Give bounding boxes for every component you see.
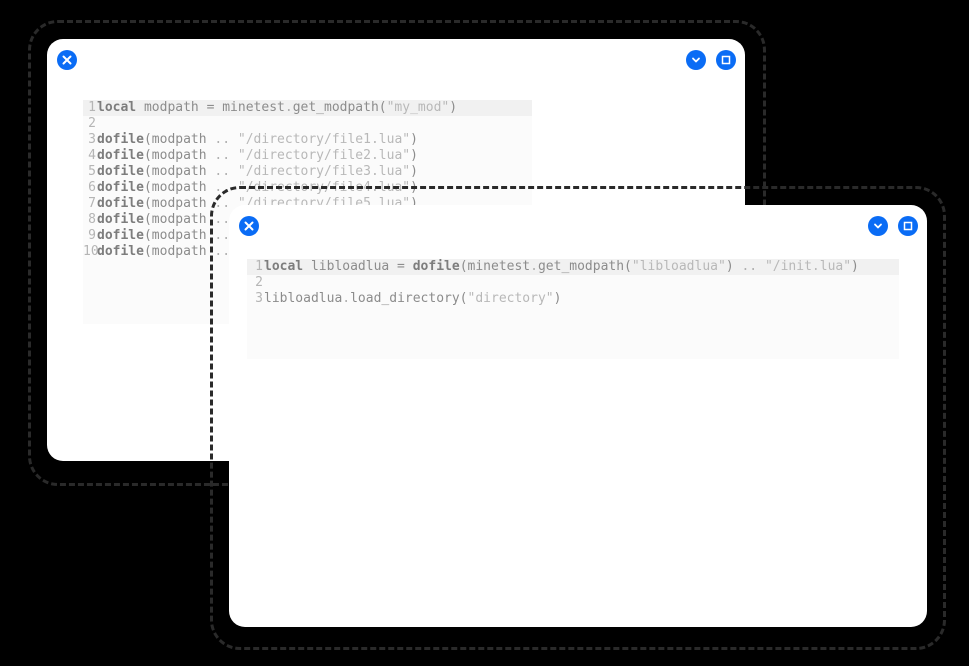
line-number: 1 [255,259,263,274]
code-token: .. [214,132,231,147]
code-token: libloadlua [264,291,343,306]
code-token: (modpath [143,244,215,259]
code-token: dofile [97,180,144,195]
code-token: "libloadlua" [631,259,726,274]
code-token: ) [410,164,418,179]
code-token: .. [741,259,758,274]
code-token: get_modpath( [292,100,387,115]
code-token: modpath = minetest [136,100,285,115]
line-number: 1 [88,100,96,115]
code-line[interactable]: 1 local modpath = minetest.get_modpath("m… [83,100,532,116]
code-token: load_directory( [350,291,468,306]
code-token: (modpath [143,148,215,163]
code-line[interactable]: 1 local libloadlua = dofile(minetest.get_… [247,259,899,275]
code-token: .. [214,164,231,179]
code-token: .. [214,148,231,163]
code-editor[interactable]: 1 local libloadlua = dofile(minetest.get_… [247,259,899,359]
code-token: (modpath [143,180,215,195]
code-line[interactable]: 4 dofile(modpath .. "/directory/file2.lua… [83,148,532,164]
square-icon [721,55,731,65]
square-icon [903,221,913,231]
code-token: dofile [97,196,144,211]
code-line[interactable]: 2 [83,116,532,132]
code-token: dofile [97,148,144,163]
code-token: "/directory/file1.lua" [237,132,411,147]
code-token: ) [725,259,742,274]
maximize-button[interactable] [716,50,736,70]
minimize-button[interactable] [868,216,888,236]
line-number: 9 [88,228,96,243]
code-token: "my_mod" [386,100,450,115]
code-token: ) [449,100,458,115]
close-icon [244,221,254,231]
code-token: (modpath [143,212,215,227]
code-line[interactable]: 3 dofile(modpath .. "/directory/file1.lua… [83,132,532,148]
code-token: dofile [97,228,144,243]
code-token: ) [851,259,859,274]
line-number: 2 [88,116,96,131]
code-text: dofile(modpath .. "/directory/file3.lua"… [97,164,418,180]
front-editor-window[interactable]: 1 local libloadlua = dofile(minetest.get_… [229,205,927,627]
line-number: 4 [88,148,96,163]
code-token: "/directory/file3.lua" [237,164,411,179]
code-line[interactable]: 3 libloadlua.load_directory("directory") [247,291,899,307]
code-text: local libloadlua = dofile(minetest.get_m… [264,259,859,275]
code-token: . [342,291,351,306]
code-line[interactable]: 5 dofile(modpath .. "/directory/file3.lua… [83,164,532,180]
code-token: "/init.lua" [764,259,852,274]
line-number: 10 [83,244,99,259]
code-token: ) [410,132,418,147]
code-token: (modpath [143,132,215,147]
code-token: dofile [97,164,144,179]
code-token: ) [553,291,562,306]
code-text: dofile(modpath .. "/directory/file1.lua"… [97,132,418,148]
code-text: libloadlua.load_directory("directory") [264,291,561,307]
code-token: local [264,259,304,274]
chevron-down-icon [873,221,883,231]
code-token: (minetest [459,259,531,274]
line-number: 6 [88,180,96,195]
code-token: dofile [412,259,460,274]
maximize-button[interactable] [898,216,918,236]
code-token: dofile [97,244,144,259]
code-token: libloadlua = [303,259,413,274]
code-token: get_modpath( [537,259,632,274]
code-token: . [530,259,538,274]
line-number: 8 [88,212,96,227]
close-button[interactable] [239,216,259,236]
line-number: 7 [88,196,96,211]
code-token: "/directory/file2.lua" [237,148,411,163]
code-token: (modpath [143,228,215,243]
code-text: dofile(modpath .. "/directory/file2.lua"… [97,148,418,164]
code-token: local [97,100,137,115]
minimize-button[interactable] [686,50,706,70]
close-icon [62,55,72,65]
line-number: 5 [88,164,96,179]
code-text: local modpath = minetest.get_modpath("my… [97,100,457,116]
code-token: . [284,100,293,115]
code-token: (modpath [143,164,215,179]
line-number: 3 [88,132,96,147]
line-number: 3 [255,291,263,306]
code-token: dofile [97,132,144,147]
code-token: (modpath [143,196,215,211]
line-number: 2 [255,275,263,290]
close-button[interactable] [57,50,77,70]
code-token: "directory" [467,291,554,306]
code-line[interactable]: 2 [247,275,899,291]
code-token: ) [410,148,418,163]
code-token: dofile [97,212,144,227]
chevron-down-icon [691,55,701,65]
